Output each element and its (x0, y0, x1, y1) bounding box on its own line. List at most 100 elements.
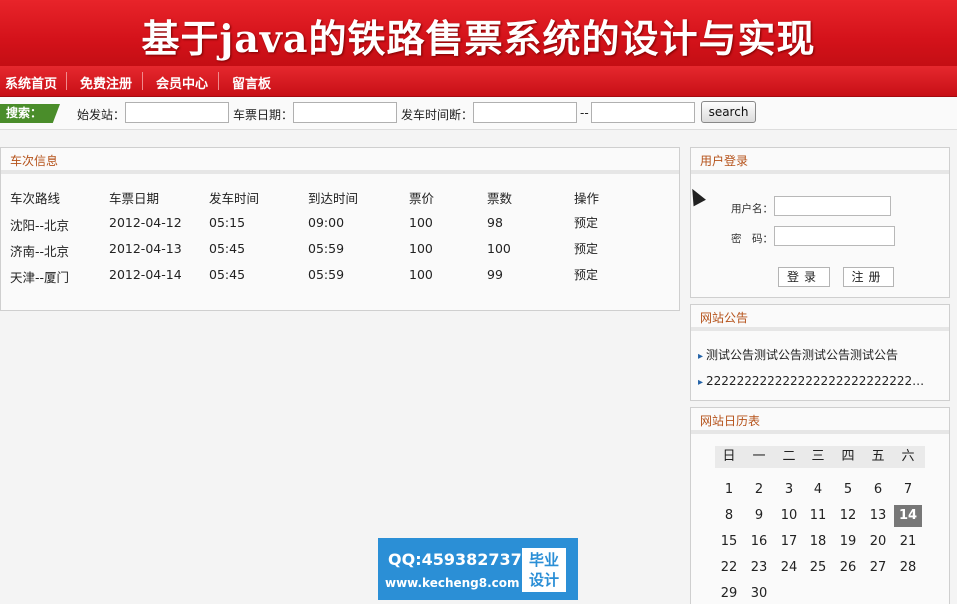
calendar-day[interactable]: 15 (715, 531, 743, 553)
table-cell-price: 100 (409, 267, 433, 282)
calendar-weekday: 二 (782, 449, 796, 464)
password-input[interactable] (774, 226, 895, 246)
calendar-day[interactable]: 9 (745, 505, 773, 527)
username-input[interactable] (774, 196, 891, 216)
search-tag: 搜索： (0, 104, 60, 123)
calendar-day[interactable]: 1 (715, 479, 743, 501)
calendar-panel: 网站日历表 日一二三四五六 1 2 3 4 5 6 7 8 9 10 11 12 13 14 15 16 17 18… (690, 407, 950, 604)
main-nav: 系统首页 免费注册 会员中心 留言板 (0, 66, 957, 97)
watermark-label-line1: 毕业 (528, 551, 559, 569)
calendar-weekday: 四 (841, 449, 855, 464)
calendar-day[interactable]: 27 (864, 557, 892, 579)
table-cell-date: 2012-04-13 (109, 241, 182, 256)
calendar-day[interactable]: 12 (834, 505, 862, 527)
calendar-day[interactable]: 29 (715, 583, 743, 604)
nav-item-register[interactable]: 免费注册 (80, 73, 132, 92)
ticket-date-label: 车票日期： (233, 108, 294, 122)
calendar-day[interactable]: 7 (894, 479, 922, 501)
calendar-day[interactable]: 10 (775, 505, 803, 527)
register-button[interactable]: 注册 (843, 267, 894, 287)
calendar-day[interactable]: 2 (745, 479, 773, 501)
ticket-date-input[interactable] (293, 102, 397, 123)
table-cell-price: 100 (409, 241, 433, 256)
calendar-day[interactable]: 26 (834, 557, 862, 579)
login-button[interactable]: 登录 (778, 267, 830, 287)
table-cell-arrive: 05:59 (308, 241, 345, 256)
notice-title: 网站公告 (691, 305, 949, 331)
col-header-count: 票数 (487, 191, 513, 206)
notice-item-text: 2222222222222222222222222222222222 (706, 374, 928, 388)
calendar-day[interactable]: 13 (864, 505, 892, 527)
book-link[interactable]: 预定 (574, 266, 598, 283)
table-cell-date: 2012-04-12 (109, 215, 182, 230)
watermark-badge: QQ:459382737 www.kecheng8.com 毕业 设计 (378, 538, 578, 600)
nav-divider (142, 72, 143, 90)
calendar-day[interactable]: 6 (864, 479, 892, 501)
depart-time-end-input[interactable] (591, 102, 695, 123)
calendar-weekday: 一 (752, 449, 766, 464)
table-cell-depart: 05:15 (209, 215, 246, 230)
calendar-day[interactable]: 19 (834, 531, 862, 553)
nav-item-guestbook[interactable]: 留言板 (232, 73, 271, 92)
watermark-label-line2: 设计 (528, 571, 559, 589)
calendar-day[interactable]: 28 (894, 557, 922, 579)
table-cell-count: 98 (487, 215, 503, 230)
table-cell-date: 2012-04-14 (109, 267, 182, 282)
calendar-weekday: 五 (871, 449, 885, 464)
calendar-weekday: 日 (722, 449, 736, 464)
calendar-day[interactable]: 5 (834, 479, 862, 501)
depart-time-start-input[interactable] (473, 102, 577, 123)
time-range-separator: -- (580, 106, 589, 120)
calendar-day[interactable]: 16 (745, 531, 773, 553)
table-cell-arrive: 09:00 (308, 215, 345, 230)
table-cell-count: 99 (487, 267, 503, 282)
calendar-day[interactable]: 21 (894, 531, 922, 553)
calendar-day[interactable]: 25 (804, 557, 832, 579)
search-button[interactable]: search (701, 101, 756, 123)
from-station-label: 始发站： (77, 108, 126, 122)
notice-item[interactable]: ▸2222222222222222222222222222222222 (698, 374, 928, 388)
watermark-url: www.kecheng8.com (385, 576, 520, 590)
col-header-action: 操作 (574, 191, 600, 206)
watermark-qq: QQ:459382737 (388, 550, 522, 569)
calendar-day[interactable]: 24 (775, 557, 803, 579)
col-header-price: 票价 (409, 191, 435, 206)
col-header-date: 车票日期 (109, 191, 160, 206)
watermark-label: 毕业 设计 (522, 548, 566, 592)
from-station-input[interactable] (125, 102, 229, 123)
calendar-day[interactable]: 23 (745, 557, 773, 579)
calendar-day[interactable]: 3 (775, 479, 803, 501)
col-header-route: 车次路线 (10, 191, 61, 206)
table-cell-price: 100 (409, 215, 433, 230)
table-cell-depart: 05:45 (209, 241, 246, 256)
calendar-title: 网站日历表 (691, 408, 949, 434)
search-bar: 搜索： 始发站： 车票日期： 发车时间断： -- search (0, 97, 957, 130)
calendar-day[interactable]: 18 (804, 531, 832, 553)
depart-time-label: 发车时间断： (401, 108, 474, 122)
table-cell-arrive: 05:59 (308, 267, 345, 282)
book-link[interactable]: 预定 (574, 240, 598, 257)
notice-item-text: 测试公告测试公告测试公告测试公告 (706, 348, 899, 362)
calendar-day[interactable]: 8 (715, 505, 743, 527)
calendar-day[interactable]: 14 (894, 505, 922, 527)
calendar-day[interactable]: 30 (745, 583, 773, 604)
book-link[interactable]: 预定 (574, 214, 598, 231)
bullet-icon: ▸ (698, 351, 704, 362)
nav-divider (218, 72, 219, 90)
nav-divider (66, 72, 67, 90)
nav-item-member[interactable]: 会员中心 (156, 73, 208, 92)
table-cell-depart: 05:45 (209, 267, 246, 282)
calendar-day[interactable]: 4 (804, 479, 832, 501)
calendar-day[interactable]: 17 (775, 531, 803, 553)
site-title: 基于java的铁路售票系统的设计与实现 (141, 16, 816, 61)
calendar-day[interactable]: 22 (715, 557, 743, 579)
notice-item[interactable]: ▸ 测试公告测试公告测试公告测试公告 (698, 346, 928, 363)
calendar-day[interactable]: 20 (864, 531, 892, 553)
nav-item-home[interactable]: 系统首页 (5, 73, 57, 92)
table-cell-count: 100 (487, 241, 511, 256)
table-cell-route: 天津--厦门 (10, 270, 70, 285)
table-cell-route: 沈阳--北京 (10, 218, 70, 233)
train-info-panel: 车次信息 车次路线 车票日期 发车时间 到达时间 票价 票数 操作 沈阳--北京… (0, 147, 680, 311)
site-banner: 基于java的铁路售票系统的设计与实现 (0, 0, 957, 66)
calendar-day[interactable]: 11 (804, 505, 832, 527)
